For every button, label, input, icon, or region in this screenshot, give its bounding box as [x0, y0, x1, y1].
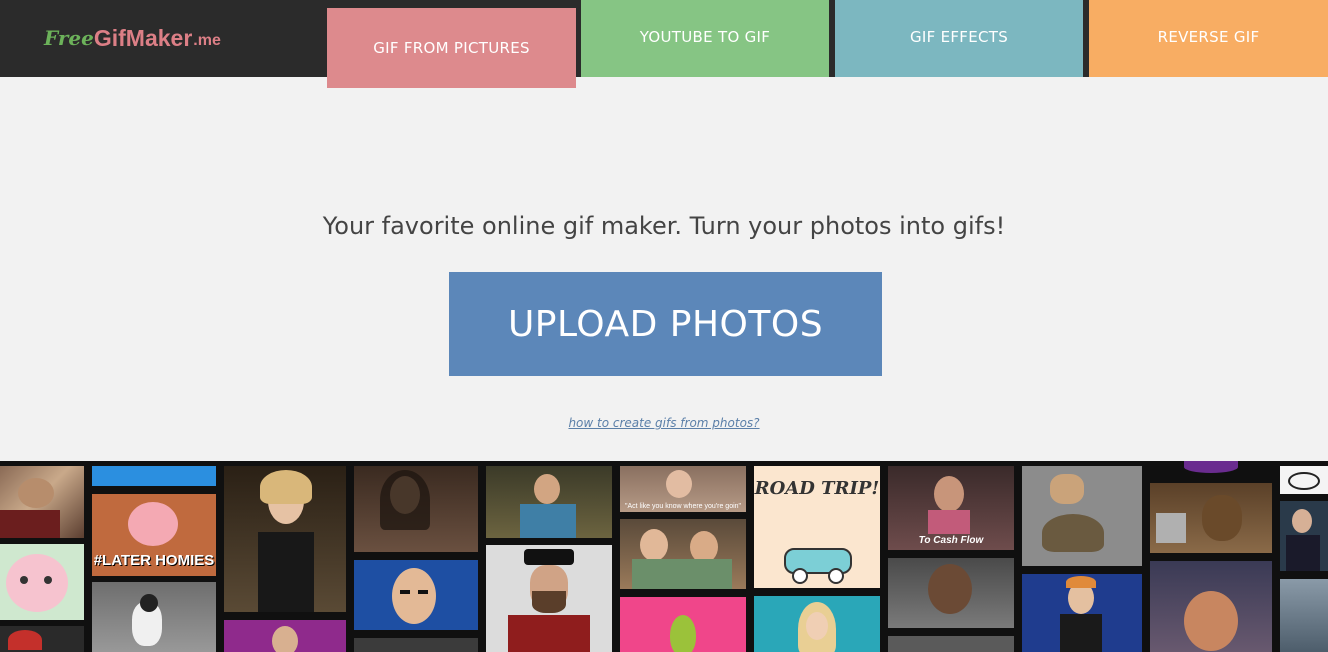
nav-reverse-gif-label: REVERSE GIF	[1157, 27, 1260, 46]
gallery-thumbnail-purple-shape[interactable]	[1150, 461, 1272, 475]
site-logo[interactable]: Free GifMaker .me	[44, 22, 221, 54]
gallery-thumbnail-person-red-cap[interactable]	[0, 626, 84, 652]
cash-flow-caption: To Cash Flow	[918, 535, 984, 546]
upload-photos-label: UPLOAD PHOTOS	[507, 303, 824, 345]
gallery-thumbnail-clefairy[interactable]	[0, 544, 84, 620]
nav-gif-effects[interactable]: GIF EFFECTS	[835, 0, 1083, 77]
nav-youtube-to-gif[interactable]: YOUTUBE TO GIF	[581, 0, 829, 77]
nav-gif-from-pictures[interactable]: GIF FROM PICTURES	[327, 8, 576, 88]
nav-gif-effects-label: GIF EFFECTS	[909, 27, 1009, 46]
gallery-thumbnail-purple-portrait[interactable]	[224, 620, 346, 652]
gallery-thumbnail-act-like-you-know[interactable]: "Act like you know where you're goin"	[620, 466, 746, 512]
gallery-thumbnail-city-street[interactable]	[1280, 579, 1328, 652]
gallery-thumbnail-column4-bottom[interactable]	[354, 638, 478, 652]
gallery-thumbnail-cat-reading[interactable]	[0, 466, 84, 538]
gallery-thumbnail-cash-flow[interactable]: To Cash Flow	[888, 466, 1014, 550]
gallery-thumbnail-news-anchor[interactable]	[1280, 501, 1328, 571]
nav-reverse-gif[interactable]: REVERSE GIF	[1089, 0, 1328, 77]
gallery-thumbnail-waitresses[interactable]	[620, 519, 746, 589]
gallery-thumbnail-blonde-woman[interactable]	[754, 596, 880, 652]
gallery-thumbnail-man-hawaiian-shirt[interactable]	[486, 466, 612, 538]
gallery-thumbnail-later-homies[interactable]: #LATER HOMIES	[92, 494, 216, 576]
upload-photos-button[interactable]: UPLOAD PHOTOS	[449, 272, 882, 376]
gallery-thumbnail-captain-obvious[interactable]	[486, 545, 612, 652]
gallery-thumbnail-column8-bottom[interactable]	[888, 636, 1014, 652]
example-gif-gallery: #LATER HOMIES "Act like you know where y…	[0, 461, 1328, 652]
gallery-thumbnail-bear-puppet[interactable]	[1150, 483, 1272, 553]
tagline: Your favorite online gif maker. Turn you…	[322, 212, 1006, 240]
gallery-thumbnail-road-trip[interactable]: ROAD TRIP!	[754, 466, 880, 588]
gallery-thumbnail-conan[interactable]	[1022, 574, 1142, 652]
gallery-thumbnail-woman-drinking[interactable]	[354, 466, 478, 552]
gallery-thumbnail-white-graphic[interactable]	[1280, 466, 1328, 494]
act-like-caption: "Act like you know where you're goin"	[624, 503, 742, 510]
gallery-thumbnail-head-in-hands[interactable]	[1150, 561, 1272, 652]
gallery-thumbnail-woman-surprised[interactable]	[888, 558, 1014, 628]
gallery-thumbnail-football-player[interactable]	[354, 560, 478, 630]
gallery-thumbnail-pear[interactable]	[620, 597, 746, 652]
logo-text-free: Free	[44, 26, 94, 50]
nav-gif-from-pictures-label: GIF FROM PICTURES	[373, 39, 530, 57]
later-homies-caption: #LATER HOMIES	[93, 552, 215, 569]
nav-youtube-to-gif-label: YOUTUBE TO GIF	[639, 27, 771, 46]
gallery-thumbnail-woman-black-dress[interactable]	[224, 466, 346, 612]
gallery-thumbnail-blue-bar[interactable]	[92, 466, 216, 486]
gallery-thumbnail-cat-walking[interactable]	[92, 582, 216, 652]
logo-text-gifmaker: GifMaker	[93, 24, 193, 51]
logo-text-domain: .me	[193, 32, 221, 49]
how-to-create-gifs-link[interactable]: how to create gifs from photos?	[0, 416, 1328, 430]
gallery-thumbnail-dog-on-tortoise[interactable]	[1022, 466, 1142, 566]
road-trip-caption: ROAD TRIP!	[754, 478, 880, 499]
